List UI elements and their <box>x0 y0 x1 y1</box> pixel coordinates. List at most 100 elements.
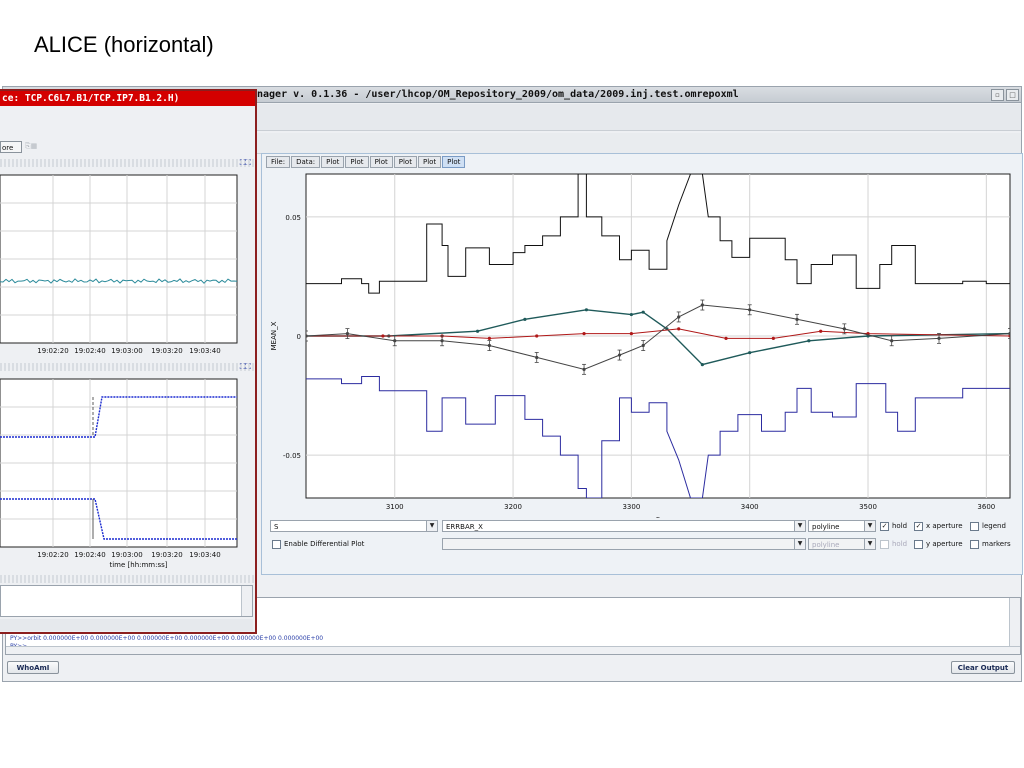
plot-tab[interactable]: Plot <box>345 156 369 168</box>
collimator-console[interactable] <box>0 585 253 617</box>
x-tick-label: 3100 <box>386 503 404 511</box>
enable-diff-label: Enable Differential Plot <box>284 540 365 548</box>
legend-label: legend <box>982 522 1006 530</box>
small-x-tick-label: 19:02:20 <box>37 551 68 559</box>
chevron-down-icon: ▼ <box>864 539 875 549</box>
small-x-tick-label: 19:03:40 <box>189 347 220 355</box>
collimator-titlebar: ce: TCP.C6L7.B1/TCP.IP7.B1.2.H) <box>0 91 255 106</box>
checkbox-box <box>272 539 281 549</box>
whoami-button[interactable]: WhoAmI <box>7 661 59 674</box>
checkbox-box <box>914 539 923 549</box>
checkbox-box <box>880 539 889 549</box>
collimator-console-scrollbar[interactable] <box>241 586 252 616</box>
bpm-position-chart: 19:02:20 19:02:40 19:03:00 19:03:20 19:03:40 <box>0 174 238 355</box>
plot-tab[interactable]: File: <box>266 156 291 168</box>
small-x-tick-label: 19:03:00 <box>111 551 142 559</box>
orbit-point-teal <box>700 362 704 367</box>
orbit-point-red <box>582 332 586 336</box>
hold-label: hold <box>892 522 908 530</box>
orbit-point-red <box>535 334 539 338</box>
markers-checkbox[interactable]: markers <box>970 538 1011 550</box>
y-variable-value: ERRBAR_X <box>446 523 483 531</box>
orbit-point-teal <box>523 317 527 321</box>
chevron-down-icon[interactable]: ▼ <box>794 521 805 531</box>
chevron-down-icon[interactable]: ▼ <box>426 521 437 531</box>
orbit-point-teal <box>475 329 480 333</box>
diff-style-value: polyline <box>812 541 840 549</box>
disabled-tool-icon: ⎘▦ <box>25 142 38 150</box>
console-header <box>0 575 255 583</box>
diff-variable-select: ▼ <box>442 538 806 550</box>
small-x-tick-label: 19:02:40 <box>74 551 105 559</box>
orbit-point-red <box>487 336 491 340</box>
plot-tab[interactable]: Data: <box>291 156 321 168</box>
orbit-point-teal <box>629 312 633 317</box>
small-x-tick-label: 19:03:00 <box>111 347 142 355</box>
y-tick-label: -0.05 <box>283 452 301 460</box>
chart2-options-icon[interactable]: ⛶⛶ <box>240 362 251 372</box>
plot-tab[interactable]: Plot <box>369 156 393 168</box>
orbit-point-red <box>381 334 385 338</box>
chevron-down-icon[interactable]: ▼ <box>864 521 875 531</box>
x-tick-label: 3500 <box>859 503 877 511</box>
more-button[interactable]: ore <box>0 141 22 153</box>
orbit-point-red <box>819 329 823 333</box>
y-aperture-label: y aperture <box>926 540 963 548</box>
plot-panel: File: Data: Plot Plot Plot Plot Plot Plot 3100 3… <box>261 153 1023 575</box>
orbit-point-teal <box>584 308 589 312</box>
orbit-point-red <box>677 327 681 331</box>
checkbox-box <box>970 539 979 549</box>
chevron-down-icon: ▼ <box>794 539 805 549</box>
maximize-icon[interactable]: □ <box>1006 89 1019 101</box>
x-tick-label: 3300 <box>622 503 640 511</box>
slide-title: ALICE (horizontal) <box>34 32 214 57</box>
plot-tabs: File: Data: Plot Plot Plot Plot Plot Plot <box>266 156 466 168</box>
check-icon: ✓ <box>914 521 923 531</box>
collimator-window-title: ce: TCP.C6L7.B1/TCP.IP7.B1.2.H) <box>2 93 180 104</box>
hold2-checkbox: hold <box>880 538 907 550</box>
minimize-icon[interactable]: ▫ <box>991 89 1004 101</box>
plot-tab[interactable]: Plot <box>442 156 466 168</box>
collimator-toolbar: ore ⎘▦ <box>0 141 255 154</box>
x-axis-label: S <box>656 516 661 518</box>
small-x-tick-label: 19:02:20 <box>37 347 68 355</box>
x-variable-select[interactable]: S ▼ <box>270 520 438 532</box>
orbit-point-red <box>724 336 728 340</box>
plot-tab[interactable]: Plot <box>393 156 417 168</box>
small-x-tick-label: 19:02:40 <box>74 347 105 355</box>
manager-window-title: nager v. 0.1.36 - /user/lhcop/OM_Reposit… <box>257 89 739 100</box>
small-x-tick-label: 19:03:40 <box>189 551 220 559</box>
jaw-position-chart: 19:02:20 19:02:40 19:03:00 19:03:20 19:03:40… <box>0 378 238 569</box>
chart1-header <box>0 159 255 167</box>
orbit-point-teal <box>641 310 645 314</box>
orbit-point-teal <box>807 339 811 343</box>
small-x-tick-label: 19:03:20 <box>151 347 182 355</box>
hold-checkbox[interactable]: ✓ hold <box>880 520 907 532</box>
orbit-chart: 3100 3200 3300 3400 3500 3600 0.05 0 -0.05 S MEAN_… <box>270 173 1011 518</box>
legend-checkbox[interactable]: legend <box>970 520 1006 532</box>
collimator-statusbar <box>0 619 253 631</box>
clear-output-button[interactable]: Clear Output <box>951 661 1015 674</box>
check-icon: ✓ <box>880 521 889 531</box>
x-tick-label: 3400 <box>741 503 759 511</box>
orbit-point-red <box>771 336 775 340</box>
chart1-options-icon[interactable]: ⛶⛶ <box>240 158 251 168</box>
y-aperture-checkbox[interactable]: y aperture <box>914 538 963 550</box>
x-tick-label: 3600 <box>977 503 995 511</box>
small-x-tick-label: 19:03:20 <box>151 551 182 559</box>
plot-tab[interactable]: Plot <box>321 156 345 168</box>
x-tick-label: 3200 <box>504 503 522 511</box>
plot-tab[interactable]: Plot <box>417 156 442 168</box>
console-horizontal-scrollbar[interactable] <box>6 646 1020 654</box>
enable-diff-checkbox[interactable]: Enable Differential Plot <box>272 538 364 550</box>
small-x-axis-label: time [hh:mm:ss] <box>109 561 167 569</box>
x-aperture-checkbox[interactable]: ✓ x aperture <box>914 520 963 532</box>
orbit-point-red <box>629 332 633 336</box>
y-variable-select[interactable]: ERRBAR_X ▼ <box>442 520 806 532</box>
console-line: PY>>orbit 0.000000E+00 0.000000E+00 0.00… <box>10 635 324 642</box>
orbit-point-teal <box>748 351 752 355</box>
plot-style-select[interactable]: polyline ▼ <box>808 520 876 532</box>
chart2-header <box>0 363 255 371</box>
markers-label: markers <box>982 540 1011 548</box>
x-aperture-label: x aperture <box>926 522 963 530</box>
